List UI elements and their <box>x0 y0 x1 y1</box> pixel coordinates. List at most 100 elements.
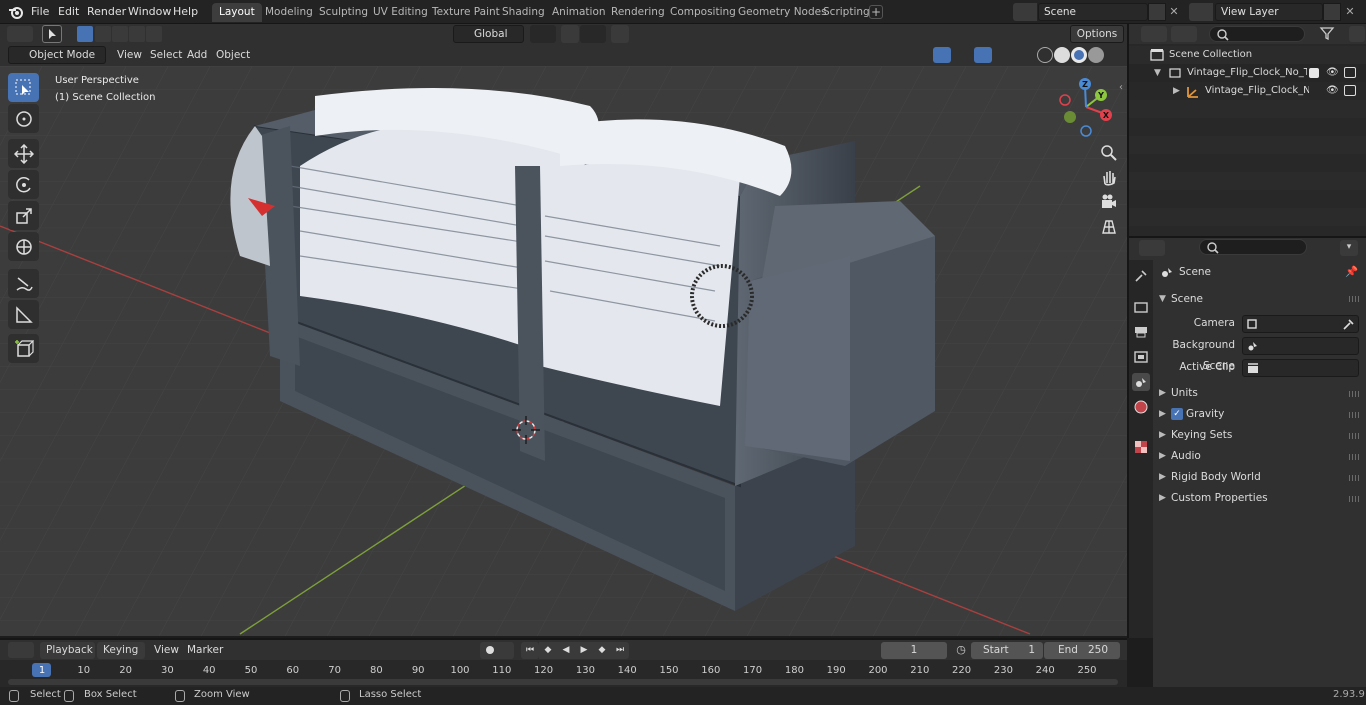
delete-view-layer-icon[interactable]: ✕ <box>1342 3 1358 21</box>
tab-modeling[interactable]: Modeling <box>258 3 320 22</box>
keying-sets-panel[interactable]: ▶ Keying Sets <box>1155 425 1362 446</box>
3d-viewport[interactable]: User Perspective (1) Scene Collection Z … <box>0 66 1127 636</box>
tab-scripting[interactable]: Scripting <box>816 3 877 22</box>
playback-menu[interactable]: Playback <box>40 642 95 659</box>
overlay-toggle-icon[interactable] <box>974 47 992 63</box>
eye-icon[interactable]: 👁 <box>1326 64 1339 82</box>
menu-edit[interactable]: Edit <box>58 4 79 20</box>
cursor-mode-icon[interactable] <box>42 25 62 43</box>
camera-field[interactable] <box>1242 315 1359 333</box>
end-frame-field[interactable]: End 250 <box>1044 642 1120 659</box>
background-scene-field[interactable] <box>1242 337 1359 355</box>
add-cube-tool[interactable] <box>8 334 39 363</box>
timeline-editor-type-icon[interactable] <box>8 642 34 658</box>
object-camera-render-icon[interactable] <box>1344 85 1356 96</box>
snap-toggle-icon[interactable] <box>561 25 579 43</box>
measure-tool[interactable] <box>8 300 39 329</box>
tab-animation[interactable]: Animation <box>545 3 613 22</box>
menu-render[interactable]: Render <box>87 4 126 20</box>
drag-handle-icon[interactable] <box>1349 433 1359 439</box>
properties-editor-type-icon[interactable] <box>1139 240 1165 256</box>
new-scene-icon[interactable] <box>1148 3 1166 21</box>
custom-properties-panel[interactable]: ▶ Custom Properties <box>1155 488 1362 509</box>
cursor-tool[interactable] <box>8 104 39 133</box>
eyedropper-icon[interactable] <box>1342 318 1354 330</box>
camera-render-icon[interactable] <box>1344 67 1356 78</box>
units-panel[interactable]: ▶ Units <box>1155 383 1362 404</box>
timeline-view-menu[interactable]: View <box>154 641 179 659</box>
view-layer-tab-icon[interactable] <box>1132 348 1150 366</box>
pan-hand-icon[interactable] <box>1100 168 1118 186</box>
select-extend-icon[interactable] <box>95 26 111 42</box>
prev-keyframe-icon[interactable]: ◆ <box>539 642 557 659</box>
menu-help[interactable]: Help <box>173 4 198 20</box>
outliner-editor-type-icon[interactable] <box>1141 26 1167 42</box>
audio-panel[interactable]: ▶ Audio <box>1155 446 1362 467</box>
outliner-item-collection[interactable]: ▼ Vintage_Flip_Clock_No_Time_ 👁 <box>1129 64 1366 82</box>
drag-handle-icon[interactable] <box>1349 496 1359 502</box>
properties-search-input[interactable] <box>1199 239 1307 255</box>
expand-arrow-icon[interactable]: ▶ <box>1173 82 1180 100</box>
drag-handle-icon[interactable] <box>1349 454 1359 460</box>
transform-orientation-dropdown[interactable]: Global <box>453 25 524 43</box>
outliner-scene-collection[interactable]: Scene Collection <box>1129 46 1366 64</box>
gizmo-toggle-icon[interactable] <box>933 47 951 63</box>
move-tool[interactable] <box>8 139 39 168</box>
scene-name-field[interactable]: Scene <box>1038 3 1148 21</box>
tab-shading[interactable]: Shading <box>495 3 552 22</box>
wireframe-shading-icon[interactable] <box>1037 47 1053 63</box>
add-workspace-button[interactable]: + <box>869 5 883 19</box>
menu-file[interactable]: File <box>31 4 49 20</box>
scale-tool[interactable] <box>8 201 39 230</box>
view-layer-field[interactable]: View Layer <box>1215 3 1323 21</box>
keying-menu[interactable]: Keying <box>97 642 145 659</box>
outliner-search-input[interactable] <box>1209 26 1305 42</box>
filter-icon[interactable] <box>1319 26 1345 42</box>
view-layer-browse-icon[interactable] <box>1189 3 1213 21</box>
stopwatch-icon[interactable]: ◷ <box>953 642 969 659</box>
rotate-tool[interactable] <box>8 170 39 199</box>
visibility-icon[interactable] <box>903 47 929 63</box>
timeline-scrollbar[interactable] <box>8 679 1118 685</box>
jump-end-icon[interactable]: ⏭ <box>611 642 629 659</box>
tab-rendering[interactable]: Rendering <box>604 3 672 22</box>
annotate-tool[interactable] <box>8 269 39 298</box>
perspective-toggle-icon[interactable] <box>1100 218 1118 236</box>
collapse-arrow-icon[interactable]: ▼ <box>1154 64 1161 82</box>
editor-type-icon[interactable] <box>7 26 33 42</box>
display-mode-icon[interactable] <box>1171 26 1197 42</box>
gravity-panel[interactable]: ▶ ✓ Gravity <box>1155 404 1362 425</box>
exclude-checkbox-icon[interactable] <box>1309 68 1319 78</box>
scene-tab-icon[interactable] <box>1132 373 1150 391</box>
auto-keying-icon[interactable] <box>480 642 514 659</box>
sidebar-toggle-icon[interactable]: ‹ <box>1119 82 1123 93</box>
select-subtract-icon[interactable] <box>112 26 128 42</box>
solid-shading-icon[interactable] <box>1054 47 1070 63</box>
add-menu[interactable]: Add <box>187 46 207 64</box>
mode-dropdown[interactable]: Object Mode <box>8 46 106 64</box>
scene-panel-header[interactable]: ▼ Scene <box>1155 289 1362 310</box>
next-keyframe-icon[interactable]: ◆ <box>593 642 611 659</box>
render-tab-icon[interactable] <box>1132 298 1150 316</box>
options-dropdown[interactable]: Options <box>1070 25 1124 43</box>
outliner-item-object[interactable]: ▶ Vintage_Flip_Clock_No_T 👁 <box>1129 82 1366 100</box>
zoom-icon[interactable] <box>1100 144 1118 162</box>
menu-window[interactable]: Window <box>128 4 171 20</box>
select-menu[interactable]: Select <box>150 46 182 64</box>
new-view-layer-icon[interactable] <box>1323 3 1341 21</box>
drag-handle-icon[interactable] <box>1349 412 1359 418</box>
select-intersect-icon[interactable] <box>146 26 162 42</box>
output-tab-icon[interactable] <box>1132 323 1150 341</box>
world-tab-icon[interactable] <box>1132 398 1150 416</box>
current-frame-field[interactable]: 1 <box>881 642 947 659</box>
object-menu[interactable]: Object <box>216 46 250 64</box>
drag-handle-icon[interactable] <box>1349 296 1359 302</box>
proportional-falloff-icon[interactable] <box>630 25 654 43</box>
scene-browse-icon[interactable] <box>1013 3 1037 21</box>
rigid-body-world-panel[interactable]: ▶ Rigid Body World <box>1155 467 1362 488</box>
texture-tab-icon[interactable] <box>1132 438 1150 456</box>
camera-view-icon[interactable] <box>1100 193 1118 211</box>
pivot-point-icon[interactable] <box>530 25 556 43</box>
properties-options-icon[interactable]: ▾ <box>1340 240 1358 256</box>
marker-menu[interactable]: Marker <box>187 641 223 659</box>
